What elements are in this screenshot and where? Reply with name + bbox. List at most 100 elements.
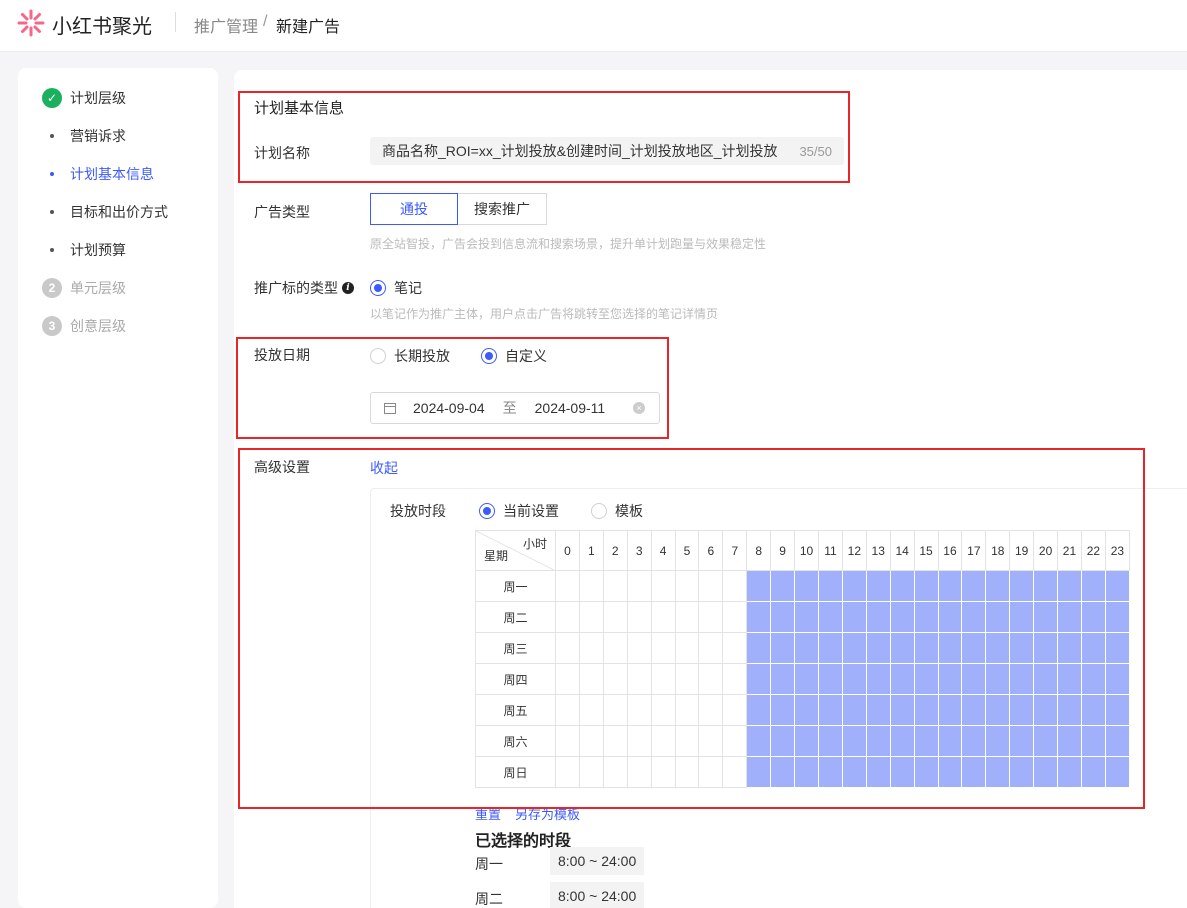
time-slot-cell[interactable] — [746, 570, 772, 602]
time-slot-cell[interactable] — [817, 663, 843, 695]
time-slot-cell[interactable] — [794, 694, 819, 726]
time-slot-cell[interactable] — [841, 694, 867, 726]
time-slot-cell[interactable] — [794, 570, 819, 602]
time-slot-cell[interactable] — [889, 632, 915, 664]
time-slot-cell[interactable] — [1009, 694, 1035, 726]
time-slot-cell[interactable] — [1080, 663, 1106, 695]
date-start[interactable]: 2024-09-04 — [413, 400, 485, 416]
time-slot-cell[interactable] — [985, 570, 1011, 602]
time-slot-cell[interactable] — [674, 601, 700, 633]
time-slot-cell[interactable] — [770, 725, 796, 757]
time-slot-cell[interactable] — [626, 601, 652, 633]
time-slot-cell[interactable] — [961, 632, 987, 664]
time-slot-cell[interactable] — [746, 694, 772, 726]
time-slot-cell[interactable] — [626, 570, 652, 602]
time-slot-cell[interactable] — [1033, 632, 1059, 664]
date-end[interactable]: 2024-09-11 — [535, 400, 606, 416]
time-slot-cell[interactable] — [1009, 663, 1035, 695]
time-slot-cell[interactable] — [1033, 570, 1059, 602]
time-slot-cell[interactable] — [650, 570, 676, 602]
time-slot-cell[interactable] — [1057, 570, 1082, 602]
time-slot-cell[interactable] — [817, 756, 843, 788]
time-slot-cell[interactable] — [555, 663, 580, 695]
time-slot-cell[interactable] — [841, 570, 867, 602]
time-slot-cell[interactable] — [722, 725, 748, 757]
nav-step-creative-level[interactable]: 3 创意层级 — [42, 316, 126, 336]
time-slot-cell[interactable] — [674, 632, 700, 664]
time-slot-cell[interactable] — [913, 570, 939, 602]
time-slot-cell[interactable] — [937, 694, 963, 726]
time-slot-cell[interactable] — [1080, 756, 1106, 788]
time-slot-cell[interactable] — [578, 601, 604, 633]
period-current-radio[interactable]: 当前设置 — [479, 501, 559, 521]
time-slot-cell[interactable] — [961, 570, 987, 602]
time-slot-cell[interactable] — [602, 756, 628, 788]
time-slot-cell[interactable] — [937, 632, 963, 664]
time-slot-cell[interactable] — [698, 756, 724, 788]
time-slot-cell[interactable] — [817, 725, 843, 757]
time-slot-cell[interactable] — [889, 694, 915, 726]
time-slot-cell[interactable] — [985, 632, 1011, 664]
time-slot-cell[interactable] — [674, 725, 700, 757]
time-slot-cell[interactable] — [913, 601, 939, 633]
time-slot-cell[interactable] — [650, 601, 676, 633]
time-slot-cell[interactable] — [913, 725, 939, 757]
time-slot-cell[interactable] — [602, 725, 628, 757]
time-slot-cell[interactable] — [841, 663, 867, 695]
time-slot-cell[interactable] — [555, 601, 580, 633]
date-range-picker[interactable]: 2024-09-04 至 2024-09-11 × — [370, 392, 660, 424]
time-slot-cell[interactable] — [578, 663, 604, 695]
time-slot-cell[interactable] — [674, 570, 700, 602]
time-slot-cell[interactable] — [578, 570, 604, 602]
time-slot-cell[interactable] — [794, 756, 819, 788]
time-slot-cell[interactable] — [985, 694, 1011, 726]
time-slot-cell[interactable] — [770, 756, 796, 788]
time-slot-cell[interactable] — [913, 632, 939, 664]
time-slot-cell[interactable] — [746, 725, 772, 757]
time-slot-cell[interactable] — [937, 725, 963, 757]
clear-icon[interactable]: × — [633, 402, 645, 414]
time-slot-cell[interactable] — [841, 725, 867, 757]
time-slot-cell[interactable] — [865, 570, 891, 602]
time-slot-cell[interactable] — [746, 756, 772, 788]
time-slot-cell[interactable] — [1033, 694, 1059, 726]
time-slot-cell[interactable] — [985, 663, 1011, 695]
time-slot-cell[interactable] — [865, 725, 891, 757]
time-slot-cell[interactable] — [794, 663, 819, 695]
time-slot-cell[interactable] — [1057, 756, 1082, 788]
time-slot-cell[interactable] — [555, 570, 580, 602]
time-slot-cell[interactable] — [913, 694, 939, 726]
time-slot-cell[interactable] — [746, 632, 772, 664]
time-slot-cell[interactable] — [889, 601, 915, 633]
brand-name[interactable]: 小红书聚光 — [52, 10, 152, 39]
time-slot-cell[interactable] — [817, 570, 843, 602]
time-slot-cell[interactable] — [770, 570, 796, 602]
schedule-long-term-radio[interactable]: 长期投放 — [370, 346, 450, 366]
time-slot-cell[interactable] — [770, 632, 796, 664]
time-slot-cell[interactable] — [674, 756, 700, 788]
save-template-link[interactable]: 另存为模板 — [515, 804, 580, 823]
time-slot-cell[interactable] — [602, 632, 628, 664]
time-slot-cell[interactable] — [937, 601, 963, 633]
nav-sub-marketing-goal[interactable]: 营销诉求 — [50, 126, 126, 146]
time-slot-cell[interactable] — [626, 632, 652, 664]
time-slot-cell[interactable] — [1033, 601, 1059, 633]
time-slot-cell[interactable] — [722, 570, 748, 602]
time-slot-cell[interactable] — [794, 725, 819, 757]
time-slot-cell[interactable] — [1104, 663, 1131, 695]
time-slot-cell[interactable] — [961, 663, 987, 695]
time-slot-cell[interactable] — [1104, 632, 1131, 664]
time-slot-cell[interactable] — [698, 694, 724, 726]
nav-sub-target-bid[interactable]: 目标和出价方式 — [50, 202, 168, 222]
time-slot-cell[interactable] — [1104, 570, 1131, 602]
time-slot-cell[interactable] — [1057, 725, 1082, 757]
time-slot-cell[interactable] — [865, 601, 891, 633]
time-slot-cell[interactable] — [602, 694, 628, 726]
time-slot-cell[interactable] — [889, 756, 915, 788]
time-slot-cell[interactable] — [698, 601, 724, 633]
time-slot-cell[interactable] — [817, 632, 843, 664]
time-slot-cell[interactable] — [746, 663, 772, 695]
time-slot-cell[interactable] — [817, 601, 843, 633]
time-slot-cell[interactable] — [841, 756, 867, 788]
time-slot-cell[interactable] — [889, 663, 915, 695]
